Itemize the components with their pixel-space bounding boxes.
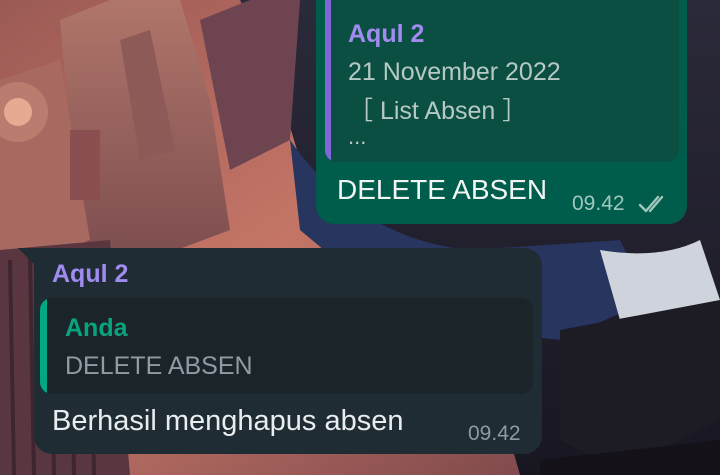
message-timestamp: 09.42	[468, 422, 521, 445]
outgoing-message-bubble[interactable]: Aqul 2 21 November 2022 ［ List Absen ］ .…	[316, 0, 687, 224]
bubble-tail	[18, 248, 36, 266]
message-timestamp: 09.42	[572, 192, 625, 215]
message-text: Berhasil menghapus absen	[52, 405, 404, 437]
quoted-message[interactable]: Aqul 2 21 November 2022 ［ List Absen ］ .…	[325, 0, 679, 162]
quoted-sender-name: Aqul 2	[348, 20, 425, 48]
message-text: DELETE ABSEN	[337, 174, 548, 205]
quoted-sender-name: Anda	[65, 314, 128, 342]
sender-name[interactable]: Aqul 2	[52, 260, 128, 289]
incoming-message-bubble[interactable]: Aqul 2 Anda DELETE ABSEN Berhasil mengha…	[18, 248, 542, 454]
double-check-icon	[638, 195, 664, 213]
quoted-message[interactable]: Anda DELETE ABSEN	[40, 298, 533, 394]
quoted-text-ellipsis: ...	[348, 124, 367, 149]
quote-accent-bar	[325, 0, 331, 162]
quote-accent-bar	[40, 298, 47, 394]
quoted-text-line: ［ List Absen ］	[348, 97, 528, 125]
quoted-text: DELETE ABSEN	[65, 352, 253, 380]
quoted-text-line: 21 November 2022	[348, 58, 561, 86]
